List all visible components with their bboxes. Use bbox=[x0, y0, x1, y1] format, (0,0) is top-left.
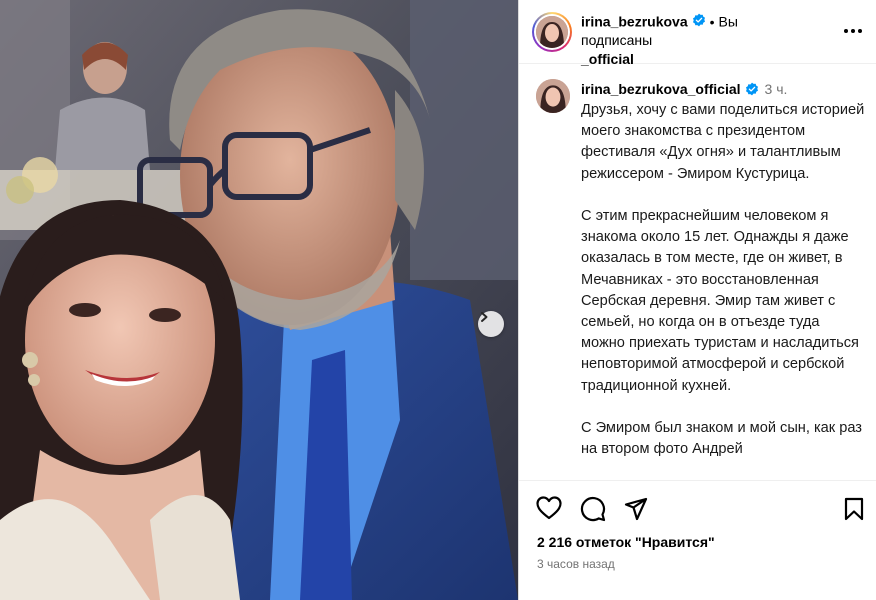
post-actions: 2 216 отметок "Нравится" 3 часов назад bbox=[519, 480, 876, 600]
post-details-panel: irina_bezrukova • Вы подписаны _official i… bbox=[518, 0, 876, 600]
share-button[interactable] bbox=[624, 497, 648, 526]
separator-dot: • bbox=[709, 13, 715, 30]
more-icon bbox=[844, 29, 862, 33]
likes-count[interactable]: 2 216 отметок "Нравится" bbox=[537, 534, 715, 550]
post-header: irina_bezrukova • Вы подписаны _official bbox=[519, 0, 876, 67]
share-icon bbox=[624, 497, 648, 521]
photo-illustration bbox=[0, 0, 518, 600]
post-timestamp[interactable]: 3 часов назад bbox=[537, 557, 615, 571]
comments-section[interactable]: irina_bezrukova_official 3 ч. Друзья, хоч… bbox=[519, 64, 876, 480]
author-username[interactable]: irina_bezrukova bbox=[581, 14, 688, 30]
avatar-photo bbox=[536, 16, 568, 48]
caption-username[interactable]: irina_bezrukova_official bbox=[581, 81, 741, 97]
carousel-next-button[interactable] bbox=[478, 311, 504, 337]
save-button[interactable] bbox=[844, 497, 864, 526]
author-avatar[interactable] bbox=[532, 12, 572, 52]
more-options-button[interactable] bbox=[841, 22, 865, 40]
comment-button[interactable] bbox=[580, 496, 606, 527]
heart-icon bbox=[536, 496, 562, 520]
like-button[interactable] bbox=[536, 496, 562, 525]
caption-time[interactable]: 3 ч. bbox=[765, 81, 788, 97]
post-photo[interactable] bbox=[0, 0, 518, 600]
chevron-right-icon bbox=[481, 312, 488, 322]
comment-icon bbox=[580, 496, 606, 522]
verified-badge-icon bbox=[745, 82, 759, 99]
caption-avatar[interactable] bbox=[536, 79, 570, 113]
caption-text: Друзья, хочу с вами поделиться историей … bbox=[581, 102, 865, 458]
bookmark-icon bbox=[844, 497, 864, 521]
verified-badge-icon bbox=[692, 13, 706, 32]
